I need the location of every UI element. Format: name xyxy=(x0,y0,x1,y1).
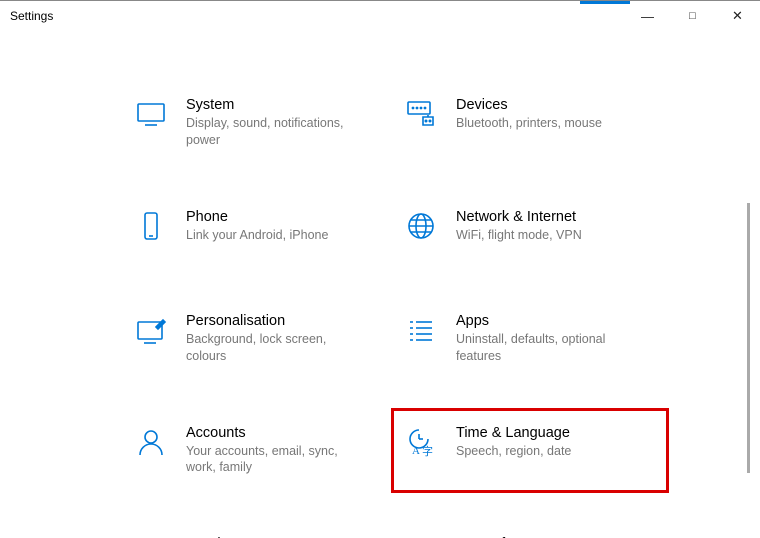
window-title: Settings xyxy=(10,9,53,23)
time-language-icon: A字 xyxy=(404,425,438,459)
scrollbar-thumb[interactable] xyxy=(747,203,750,473)
tile-subtitle: Speech, region, date xyxy=(456,443,571,460)
tile-subtitle: Link your Android, iPhone xyxy=(186,227,328,244)
tile-subtitle: Background, lock screen, colours xyxy=(186,331,366,365)
close-button[interactable]: ✕ xyxy=(715,1,760,31)
accent-bar xyxy=(580,1,630,4)
settings-home-content: System Display, sound, notifications, po… xyxy=(0,31,750,538)
settings-grid: System Display, sound, notifications, po… xyxy=(0,31,750,538)
svg-text:A: A xyxy=(412,445,420,457)
tile-gaming[interactable]: Gaming xyxy=(130,528,390,538)
apps-icon xyxy=(404,313,438,347)
devices-icon xyxy=(404,97,438,131)
tile-system[interactable]: System Display, sound, notifications, po… xyxy=(130,89,390,157)
tile-network[interactable]: Network & Internet WiFi, flight mode, VP… xyxy=(400,201,660,261)
window-titlebar: Settings ― □ ✕ xyxy=(0,1,760,31)
svg-text:字: 字 xyxy=(422,444,433,458)
tile-title: Devices xyxy=(456,97,602,113)
tile-devices[interactable]: Devices Bluetooth, printers, mouse xyxy=(400,89,660,157)
tile-title: Apps xyxy=(456,313,636,329)
tile-title: Accounts xyxy=(186,425,366,441)
tile-title: Phone xyxy=(186,209,328,225)
tile-title: Network & Internet xyxy=(456,209,582,225)
maximize-button[interactable]: □ xyxy=(670,1,715,31)
tile-ease-of-access[interactable]: Ease of Access xyxy=(400,528,660,538)
tile-title: Personalisation xyxy=(186,313,366,329)
tile-subtitle: Display, sound, notifications, power xyxy=(186,115,366,149)
network-icon xyxy=(404,209,438,243)
tile-title: Time & Language xyxy=(456,425,571,441)
tile-subtitle: WiFi, flight mode, VPN xyxy=(456,227,582,244)
window-controls: ― □ ✕ xyxy=(625,1,760,31)
system-icon xyxy=(134,97,168,131)
tile-phone[interactable]: Phone Link your Android, iPhone xyxy=(130,201,390,261)
tile-title: System xyxy=(186,97,366,113)
phone-icon xyxy=(134,209,168,243)
tile-accounts[interactable]: Accounts Your accounts, email, sync, wor… xyxy=(130,417,390,485)
tile-time-language[interactable]: A字 Time & Language Speech, region, date xyxy=(400,417,660,485)
tile-subtitle: Bluetooth, printers, mouse xyxy=(456,115,602,132)
personalisation-icon xyxy=(134,313,168,347)
accounts-icon xyxy=(134,425,168,459)
minimize-button[interactable]: ― xyxy=(625,1,670,31)
tile-apps[interactable]: Apps Uninstall, defaults, optional featu… xyxy=(400,305,660,373)
tile-subtitle: Your accounts, email, sync, work, family xyxy=(186,443,366,477)
tile-personalisation[interactable]: Personalisation Background, lock screen,… xyxy=(130,305,390,373)
tile-subtitle: Uninstall, defaults, optional features xyxy=(456,331,636,365)
